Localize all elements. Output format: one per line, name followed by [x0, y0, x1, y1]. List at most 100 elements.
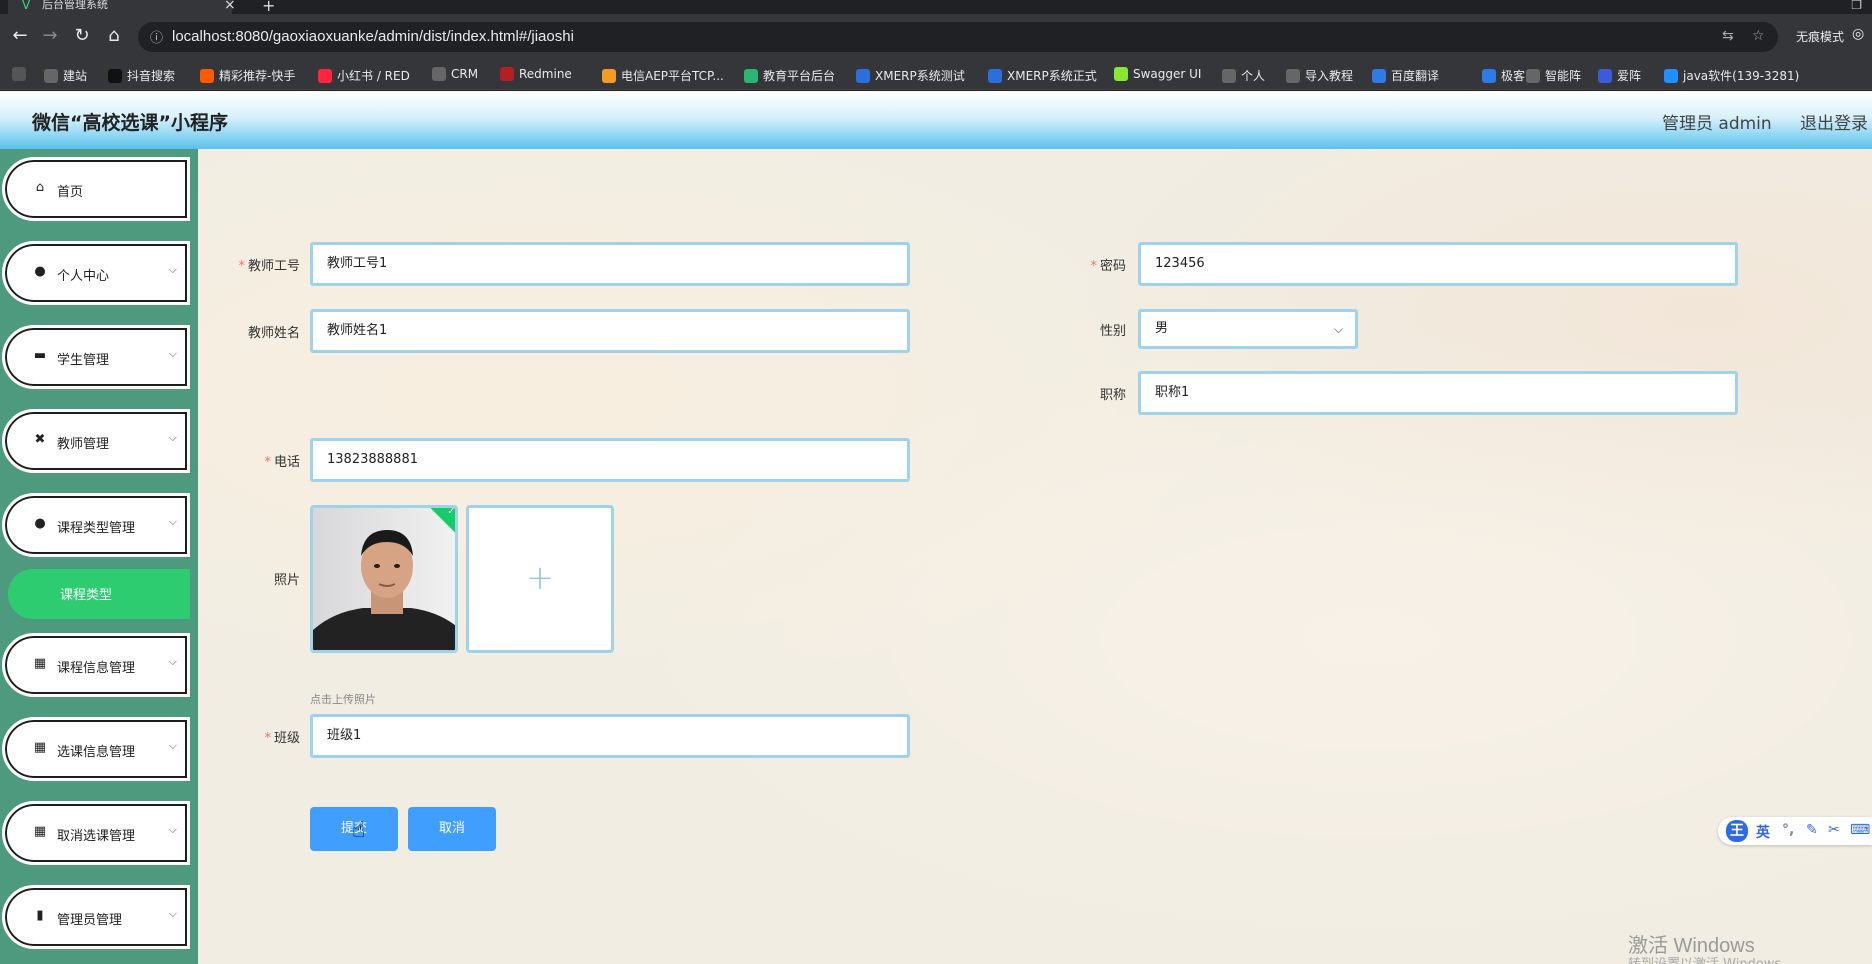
- bookmark-item[interactable]: Redmine: [500, 67, 572, 81]
- forward-icon[interactable]: →: [38, 24, 62, 48]
- plus-icon: +: [525, 558, 555, 598]
- sidebar-item-5[interactable]: ▦ 课程信息管理 ⌵: [2, 633, 190, 697]
- red-icon: [318, 69, 332, 83]
- ticket-icon: ✖: [34, 432, 46, 447]
- uploaded-photo[interactable]: ✓: [310, 505, 458, 653]
- sidebar-item-label: 选课信息管理: [57, 745, 136, 760]
- bookmark-label: XMERP系统正式: [1007, 69, 1097, 83]
- bookmark-item[interactable]: 极客: [1482, 67, 1525, 84]
- class-input[interactable]: 班级1: [310, 714, 910, 758]
- bookmark-label: Redmine: [519, 67, 572, 81]
- url-text: localhost:8080/gaoxiaoxuanke/admin/dist/…: [172, 28, 574, 45]
- ime-punct-icon[interactable]: °,: [1782, 822, 1794, 838]
- sidebar-item-6[interactable]: ▦ 选课信息管理 ⌵: [2, 717, 190, 781]
- chevron-down-icon: ⌵: [168, 263, 177, 276]
- bulb-icon: ●: [34, 516, 46, 531]
- bookmark-label: 导入教程: [1305, 69, 1354, 83]
- chevron-down-icon: ⌵: [168, 431, 177, 444]
- reload-icon[interactable]: ↻: [70, 24, 94, 48]
- chevron-down-icon: ⌵: [168, 907, 177, 920]
- teacher-name-input[interactable]: 教师姓名1: [310, 309, 910, 353]
- ime-toolbar[interactable]: 王 英 °, ✎ ✂ ⌨: [1718, 817, 1872, 845]
- home-icon: ⌂: [35, 180, 45, 195]
- sidebar-item-8[interactable]: ▮ 管理员管理 ⌵: [2, 885, 190, 949]
- bookmark-item[interactable]: 爱阵: [1598, 67, 1641, 84]
- sidebar-item-7[interactable]: ▦ 取消选课管理 ⌵: [2, 801, 190, 865]
- teacher-no-input[interactable]: 教师工号1: [310, 242, 910, 286]
- tiktok-icon: [108, 69, 122, 83]
- teacher-no-label-text: 教师工号: [247, 259, 300, 274]
- cancel-button[interactable]: 取消: [408, 807, 496, 851]
- bookmark-item[interactable]: 教育平台后台: [744, 67, 835, 84]
- address-bar[interactable]: ⓘ localhost:8080/gaoxiaoxuanke/admin/dis…: [138, 22, 1778, 52]
- title-input[interactable]: 职称1: [1138, 371, 1738, 415]
- sidebar-item-0[interactable]: ⌂ 首页: [2, 157, 190, 221]
- required-mark: *: [264, 731, 271, 746]
- password-input[interactable]: 123456: [1138, 242, 1738, 286]
- bookmark-item[interactable]: 建站: [44, 67, 87, 84]
- ime-pen-icon[interactable]: ✎: [1806, 822, 1818, 838]
- required-mark: *: [1090, 259, 1097, 274]
- bookmark-item[interactable]: XMERP系统测试: [856, 67, 965, 84]
- sidebar-item-1[interactable]: ● 个人中心 ⌵: [2, 241, 190, 305]
- bookmark-item[interactable]: 百度翻译: [1372, 67, 1439, 84]
- sidebar-item-2[interactable]: ▬ 学生管理 ⌵: [2, 325, 190, 389]
- bookmark-item[interactable]: Swagger UI: [1114, 67, 1201, 81]
- globe-icon: [432, 67, 446, 81]
- restore-window-icon[interactable]: ❐: [1851, 0, 1862, 12]
- cat-icon: [1598, 69, 1612, 83]
- globe-icon: [1526, 69, 1540, 83]
- bookmark-label: 智能阵: [1545, 69, 1582, 83]
- ime-mode-label[interactable]: 英: [1756, 822, 1770, 842]
- class-label-text: 班级: [273, 731, 300, 746]
- new-tab-icon[interactable]: +: [262, 0, 275, 15]
- kuaishou-icon: [200, 69, 214, 83]
- sidebar-item-label: 课程信息管理: [57, 661, 136, 676]
- bookmark-item[interactable]: [12, 67, 31, 81]
- sidebar-item-3[interactable]: ✖ 教师管理 ⌵: [2, 409, 190, 473]
- upload-photo-button[interactable]: +: [466, 505, 614, 653]
- globe-icon: [1286, 69, 1300, 83]
- close-tab-icon[interactable]: ×: [224, 0, 236, 13]
- gender-value: 男: [1155, 321, 1169, 336]
- bookmark-item[interactable]: 抖音搜索: [108, 67, 175, 84]
- phone-input[interactable]: 13823888881: [310, 438, 910, 482]
- bookmark-item[interactable]: 小红书 / RED: [318, 67, 410, 84]
- teacher-no-label: * 教师工号: [222, 255, 300, 274]
- ime-scissors-icon[interactable]: ✂: [1828, 822, 1840, 838]
- bookmark-label: 个人: [1241, 69, 1266, 83]
- sidebar-subitem-course-type[interactable]: 课程类型: [8, 569, 190, 619]
- mouse-pointer-icon: ☝: [352, 818, 366, 843]
- app-icon: [12, 67, 26, 81]
- bookmark-item[interactable]: java软件(139-3281): [1664, 67, 1799, 84]
- bookmark-star-icon[interactable]: ☆: [1752, 28, 1765, 44]
- teacher-name-label: 教师姓名: [247, 326, 300, 341]
- app-root: 微信“高校选课”小程序 管理员 admin 退出登录 首页//教师 课程类型 ⌂…: [0, 91, 1872, 964]
- sidebar-item-label: 取消选课管理: [57, 829, 136, 844]
- admin-user-label: 管理员 admin: [1662, 114, 1772, 134]
- bookmark-item[interactable]: 导入教程: [1286, 67, 1353, 84]
- bookmark-item[interactable]: XMERP系统正式: [988, 67, 1097, 84]
- ime-keyboard-icon[interactable]: ⌨: [1850, 822, 1870, 838]
- windows-activation-subtext: 转到设置以激活 Windows: [1628, 953, 1781, 964]
- incognito-icon[interactable]: ◎: [1852, 26, 1864, 42]
- bookmark-item[interactable]: 个人: [1222, 67, 1265, 84]
- back-icon[interactable]: ←: [8, 24, 32, 48]
- chevron-down-icon: ⌵: [168, 347, 177, 360]
- logout-link[interactable]: 退出登录: [1800, 109, 1868, 134]
- globe-icon: [1222, 69, 1236, 83]
- browser-tab[interactable]: V 后台管理系统: [8, 0, 232, 14]
- home-nav-icon[interactable]: ⌂: [102, 24, 126, 48]
- bookmark-item[interactable]: 智能阵: [1526, 67, 1581, 84]
- bookmark-item[interactable]: 精彩推荐-快手: [200, 67, 295, 84]
- sidebar-item-label: 学生管理: [57, 353, 110, 368]
- bookmark-item[interactable]: 电信AEP平台TCP...: [602, 67, 724, 84]
- bookmark-item[interactable]: CRM: [432, 67, 478, 81]
- bookmark-label: 建站: [63, 69, 88, 83]
- chevron-down-icon: ⌵: [168, 655, 177, 668]
- gender-select[interactable]: 男 ⌵: [1138, 309, 1358, 349]
- site-info-icon[interactable]: ⓘ: [150, 27, 163, 46]
- grid-icon: ▦: [33, 824, 47, 839]
- sidebar-item-4[interactable]: ● 课程类型管理 ⌵: [2, 493, 190, 557]
- translate-page-icon[interactable]: ⇆: [1722, 28, 1734, 44]
